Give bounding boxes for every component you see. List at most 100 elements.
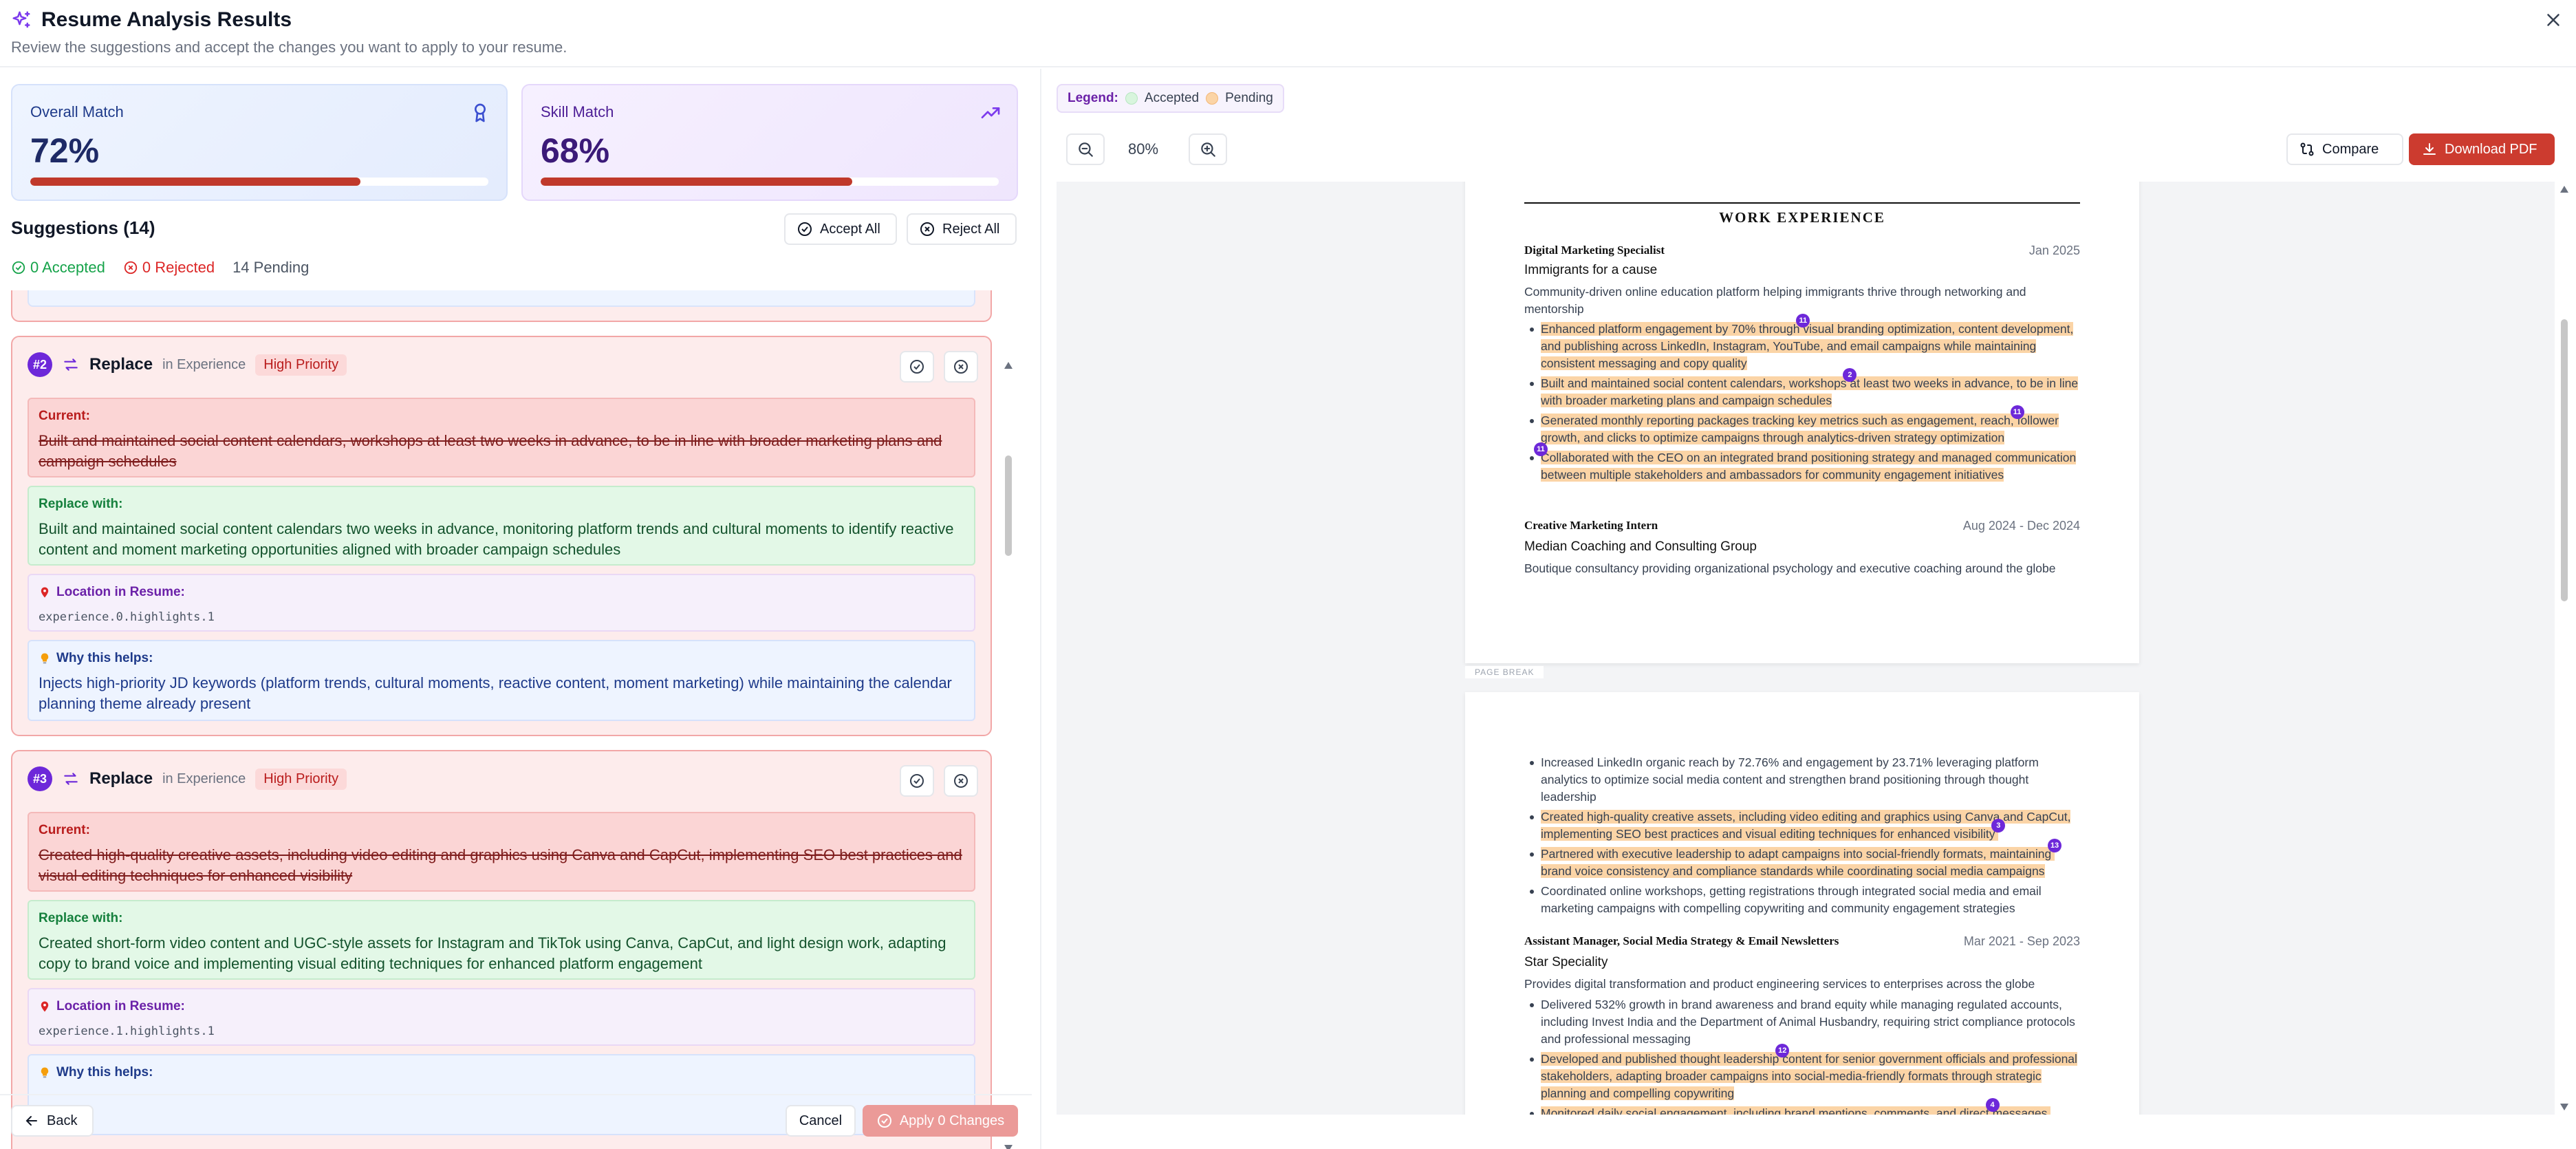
suggestion-marker[interactable]: 4 bbox=[1985, 1098, 2000, 1112]
close-icon[interactable] bbox=[2543, 10, 2564, 30]
pending-highlight[interactable]: Generated monthly reporting packages tra… bbox=[1541, 405, 2059, 444]
reject-all-button[interactable]: Reject All bbox=[907, 213, 1017, 245]
dialog-header: Resume Analysis Results Review the sugge… bbox=[0, 0, 2576, 67]
highlight-text: Partnered with executive leadership to a… bbox=[1541, 847, 2055, 861]
suggestions-panel: Overall Match 72% Skill Match 68% Sugges… bbox=[0, 69, 1032, 1149]
replace-text: Built and maintained social content cale… bbox=[39, 520, 954, 558]
legend-title: Legend: bbox=[1068, 91, 1118, 105]
compare-button[interactable]: Compare bbox=[2286, 133, 2403, 165]
zoom-in-button[interactable] bbox=[1189, 133, 1227, 165]
pending-highlight[interactable]: Monitored daily social engagement, inclu… bbox=[1541, 1098, 2051, 1115]
pending-highlight[interactable]: 11Collaborated with the CEO on an integr… bbox=[1534, 442, 2077, 482]
job-role: Assistant Manager, Social Media Strategy… bbox=[1524, 934, 1839, 947]
check-circle-icon bbox=[12, 261, 25, 275]
highlight-text: Increased LinkedIn organic reach by 72.7… bbox=[1541, 755, 2039, 804]
x-circle-icon bbox=[124, 261, 138, 275]
pending-highlight[interactable]: Enhanced platform engagement by 70% thro… bbox=[1541, 314, 2074, 370]
pending-highlight[interactable]: Created high-quality creative assets, in… bbox=[1541, 810, 2071, 841]
overall-match-card: Overall Match 72% bbox=[11, 84, 508, 201]
highlight-item: Monitored daily social engagement, inclu… bbox=[1524, 1098, 2080, 1115]
accepted-count-label: 0 Accepted bbox=[30, 259, 105, 276]
zoom-out-button[interactable] bbox=[1066, 133, 1105, 165]
job-role: Digital Marketing Specialist bbox=[1524, 244, 1665, 257]
job-description: Community-driven online education platfo… bbox=[1524, 285, 2026, 316]
why-label-row: Why this helps: bbox=[39, 651, 964, 666]
highlight-text: Monitored daily social engagement, inclu… bbox=[1541, 1106, 1993, 1115]
suggestion-type: Replace bbox=[89, 769, 153, 788]
pending-highlight[interactable]: Partnered with executive leadership to a… bbox=[1541, 839, 2062, 878]
overall-match-value: 72% bbox=[30, 131, 100, 170]
download-pdf-button[interactable]: Download PDF bbox=[2409, 133, 2555, 165]
compare-label: Compare bbox=[2322, 141, 2379, 157]
apply-changes-label: Apply 0 Changes bbox=[899, 1113, 1005, 1128]
job-date: Aug 2024 - Dec 2024 bbox=[1962, 519, 2080, 533]
suggestion-marker[interactable]: 3 bbox=[1991, 819, 2006, 833]
highlight-text: Developed and published thought leadersh… bbox=[1541, 1052, 1783, 1066]
legend-accepted: Accepted bbox=[1144, 91, 1200, 105]
skill-match-value: 68% bbox=[541, 131, 610, 170]
sparkles-icon bbox=[12, 11, 30, 28]
location-box: Location in Resume: experience.1.highlig… bbox=[28, 988, 975, 1046]
priority-badge: High Priority bbox=[255, 768, 347, 790]
suggestion-list[interactable]: #2 Replace in Experience High Priority C… bbox=[11, 290, 995, 1149]
highlight-text: Coordinated online workshops, getting re… bbox=[1541, 884, 2042, 915]
suggestion-card-header: #3 Replace in Experience High Priority bbox=[28, 766, 347, 791]
highlight-item: Built and maintained social content cale… bbox=[1524, 368, 2080, 409]
pdf-viewer[interactable]: WORK EXPERIENCE Digital Marketing Specia… bbox=[1057, 182, 2555, 1115]
scroll-down-arrow[interactable] bbox=[2560, 1104, 2568, 1110]
suggestion-number-badge: #2 bbox=[28, 352, 52, 377]
overall-match-bar bbox=[30, 178, 488, 186]
dialog-footer: Back Cancel Apply 0 Changes bbox=[0, 1094, 1032, 1149]
highlight-text: brand voice consistency and compliance s… bbox=[1541, 864, 2045, 878]
cancel-button[interactable]: Cancel bbox=[786, 1105, 856, 1137]
scroll-thumb[interactable] bbox=[2561, 319, 2568, 601]
check-circle-icon bbox=[877, 1114, 891, 1128]
suggestion-section: in Experience bbox=[162, 356, 246, 372]
legend-pending: Pending bbox=[1225, 91, 1273, 105]
current-text-box: Current: Built and maintained social con… bbox=[28, 398, 975, 477]
preview-scrollbar[interactable] bbox=[2559, 182, 2570, 1115]
suggestion-number-badge: #3 bbox=[28, 766, 52, 791]
accept-suggestion-button[interactable] bbox=[900, 351, 934, 383]
suggestion-list-scrollbar[interactable] bbox=[1003, 290, 1014, 1149]
pending-highlight[interactable]: Built and maintained social content cale… bbox=[1541, 368, 2079, 407]
suggestion-card-previous bbox=[11, 290, 992, 322]
location-path: experience.0.highlights.1 bbox=[39, 610, 215, 624]
suggestion-marker[interactable]: 11 bbox=[1534, 442, 1548, 456]
suggestion-marker[interactable]: 11 bbox=[2010, 405, 2024, 419]
pending-swatch bbox=[1206, 92, 1219, 105]
highlight-item: Delivered 532% growth in brand awareness… bbox=[1524, 996, 2080, 1048]
apply-changes-button[interactable]: Apply 0 Changes bbox=[863, 1105, 1018, 1137]
skill-match-fill bbox=[541, 178, 852, 186]
replace-arrows-icon bbox=[64, 358, 78, 371]
arrow-left-icon bbox=[25, 1116, 37, 1126]
current-label: Current: bbox=[39, 823, 90, 837]
download-icon bbox=[2423, 143, 2436, 155]
location-label-row: Location in Resume: bbox=[39, 585, 964, 600]
pending-highlight[interactable]: Developed and published thought leadersh… bbox=[1541, 1044, 2077, 1100]
scroll-thumb[interactable] bbox=[1005, 455, 1012, 556]
scroll-up-arrow[interactable] bbox=[2560, 186, 2568, 193]
reject-suggestion-button[interactable] bbox=[944, 351, 978, 383]
resume-page-1: WORK EXPERIENCE Digital Marketing Specia… bbox=[1465, 182, 2139, 663]
highlight-item: Generated monthly reporting packages tra… bbox=[1524, 405, 2080, 447]
highlight-text: Generated monthly reporting packages tra… bbox=[1541, 414, 2017, 427]
map-pin-icon bbox=[41, 587, 49, 598]
reject-suggestion-button[interactable] bbox=[944, 765, 978, 797]
scroll-up-arrow[interactable] bbox=[1004, 362, 1013, 369]
suggestion-section: in Experience bbox=[162, 771, 246, 786]
suggestion-marker[interactable]: 13 bbox=[2048, 839, 2062, 852]
compare-arrows-icon bbox=[2300, 142, 2314, 156]
overall-match-fill bbox=[30, 178, 360, 186]
why-box: Why this helps: Injects high-priority JD… bbox=[28, 640, 975, 721]
location-path: experience.1.highlights.1 bbox=[39, 1024, 215, 1038]
resume-page-2: Increased LinkedIn organic reach by 72.7… bbox=[1465, 692, 2139, 1115]
accepted-count: 0 Accepted bbox=[11, 259, 105, 277]
cancel-label: Cancel bbox=[799, 1113, 843, 1128]
accept-all-button[interactable]: Accept All bbox=[784, 213, 897, 245]
back-button[interactable]: Back bbox=[11, 1105, 94, 1137]
accept-suggestion-button[interactable] bbox=[900, 765, 934, 797]
replace-text-box: Replace with: Built and maintained socia… bbox=[28, 486, 975, 566]
suggestion-card: #2 Replace in Experience High Priority C… bbox=[11, 336, 992, 736]
job-company: Immigrants for a cause bbox=[1524, 263, 1658, 277]
